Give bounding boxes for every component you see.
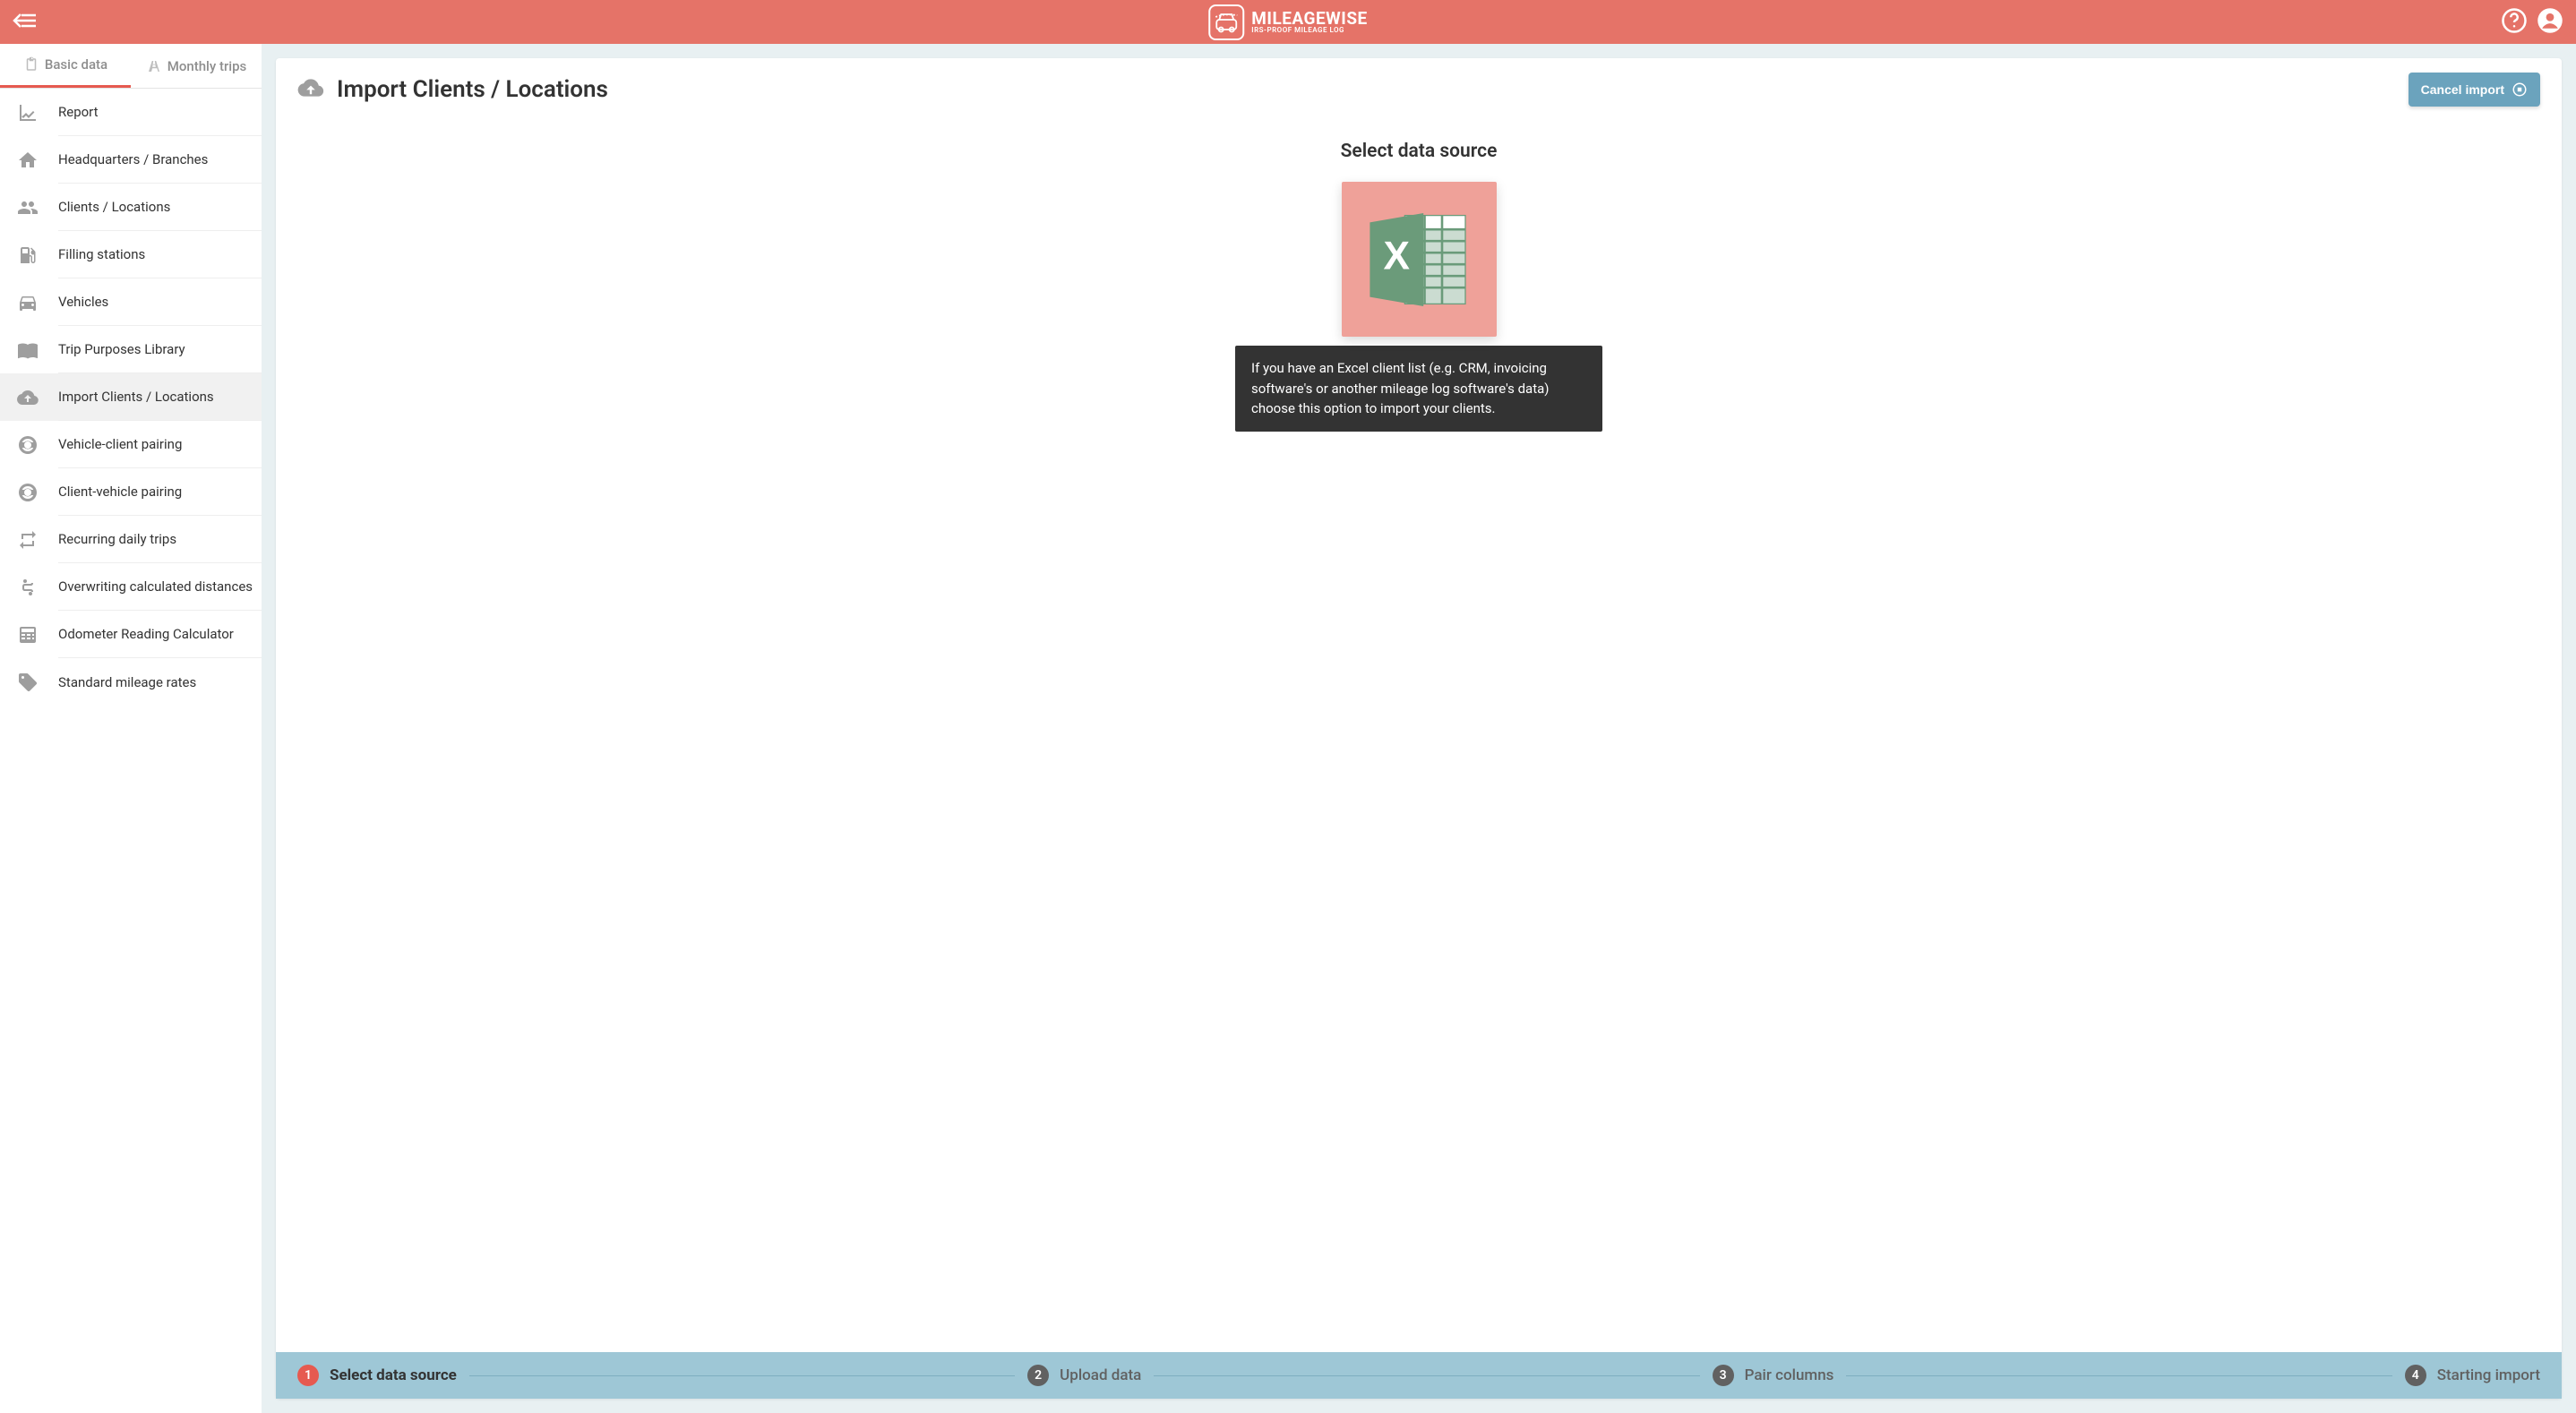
sidebar-item-label: Odometer Reading Calculator	[58, 611, 262, 658]
excel-icon: X	[1361, 201, 1477, 318]
step-1[interactable]: 1 Select data source	[297, 1365, 457, 1386]
sidebar-item-odometer[interactable]: Odometer Reading Calculator	[0, 611, 262, 658]
step-label: Pair columns	[1745, 1366, 1834, 1384]
calculator-icon	[17, 624, 58, 646]
step-number: 1	[297, 1365, 319, 1386]
sidebar-tabs: Basic data Monthly trips	[0, 44, 262, 89]
step-number: 4	[2405, 1365, 2426, 1386]
app-header: MILEAGEWISE IRS-PROOF MILEAGE LOG	[0, 0, 2576, 44]
account-icon[interactable]	[2537, 7, 2563, 38]
sidebar-item-rates[interactable]: Standard mileage rates	[0, 658, 262, 706]
cancel-import-label: Cancel import	[2421, 82, 2504, 97]
tab-basic-data-label: Basic data	[45, 56, 107, 73]
cloud-upload-icon	[17, 387, 58, 408]
building-icon	[17, 150, 58, 171]
svg-text:X: X	[1384, 234, 1411, 278]
main-area: Import Clients / Locations Cancel import…	[262, 44, 2576, 1413]
sidebar-item-label: Report	[58, 89, 262, 136]
sidebar-item-overwriting[interactable]: Overwriting calculated distances	[0, 563, 262, 611]
content-panel: Import Clients / Locations Cancel import…	[276, 58, 2562, 1399]
help-icon[interactable]	[2501, 7, 2528, 38]
sidebar-item-clients[interactable]: Clients / Locations	[0, 184, 262, 231]
sidebar-item-label: Vehicle-client pairing	[58, 421, 262, 468]
sidebar-item-label: Vehicles	[58, 278, 262, 326]
sidebar-item-report[interactable]: Report	[0, 89, 262, 136]
clipboard-icon	[23, 56, 39, 73]
step-divider	[1154, 1375, 1699, 1376]
logo-icon	[1208, 4, 1244, 40]
sidebar-item-label: Recurring daily trips	[58, 516, 262, 563]
step-number: 3	[1713, 1365, 1734, 1386]
select-source-heading: Select data source	[1341, 141, 1498, 162]
tags-icon	[17, 672, 58, 693]
pairing-icon	[17, 482, 58, 503]
sidebar-item-label: Overwriting calculated distances	[58, 563, 262, 611]
step-4[interactable]: 4 Starting import	[2405, 1365, 2540, 1386]
step-label: Starting import	[2437, 1366, 2540, 1384]
sidebar-item-hq[interactable]: Headquarters / Branches	[0, 136, 262, 184]
chart-line-icon	[17, 102, 58, 124]
excel-source-card[interactable]: X	[1342, 182, 1497, 337]
sidebar-item-cv-pairing[interactable]: Client-vehicle pairing	[0, 468, 262, 516]
step-number: 2	[1027, 1365, 1049, 1386]
sidebar-item-label: Clients / Locations	[58, 184, 262, 231]
step-divider	[469, 1375, 1015, 1376]
sidebar-item-label: Client-vehicle pairing	[58, 468, 262, 516]
sidebar-item-purposes[interactable]: Trip Purposes Library	[0, 326, 262, 373]
cloud-upload-icon	[297, 77, 324, 102]
back-arrow-icon[interactable]	[13, 12, 38, 33]
book-icon	[17, 339, 58, 361]
sidebar-item-recurring[interactable]: Recurring daily trips	[0, 516, 262, 563]
source-tooltip: If you have an Excel client list (e.g. C…	[1235, 346, 1602, 432]
pairing-icon	[17, 434, 58, 456]
route-icon	[17, 577, 58, 598]
tab-monthly-trips-label: Monthly trips	[167, 58, 246, 74]
tab-monthly-trips[interactable]: Monthly trips	[131, 44, 262, 88]
brand-main: MILEAGEWISE	[1251, 10, 1367, 27]
brand-logo[interactable]: MILEAGEWISE IRS-PROOF MILEAGE LOG	[1208, 4, 1367, 40]
sidebar-item-label: Filling stations	[58, 231, 262, 278]
step-3[interactable]: 3 Pair columns	[1713, 1365, 1834, 1386]
page-title: Import Clients / Locations	[337, 76, 608, 103]
repeat-icon	[17, 529, 58, 551]
step-divider	[1846, 1375, 2391, 1376]
step-2[interactable]: 2 Upload data	[1027, 1365, 1141, 1386]
people-icon	[17, 197, 58, 218]
sidebar-item-label: Headquarters / Branches	[58, 136, 262, 184]
sidebar-item-label: Standard mileage rates	[58, 658, 262, 706]
sidebar-item-label: Import Clients / Locations	[58, 373, 262, 421]
stop-icon	[2512, 81, 2528, 98]
sidebar: Basic data Monthly trips ReportHeadquart…	[0, 44, 262, 1413]
import-stepper: 1 Select data source 2 Upload data 3 Pair col…	[276, 1352, 2562, 1399]
sidebar-item-vehicles[interactable]: Vehicles	[0, 278, 262, 326]
sidebar-nav: ReportHeadquarters / BranchesClients / L…	[0, 89, 262, 706]
step-label: Select data source	[330, 1366, 457, 1384]
sidebar-item-import[interactable]: Import Clients / Locations	[0, 373, 262, 421]
sidebar-item-filling[interactable]: Filling stations	[0, 231, 262, 278]
road-icon	[146, 58, 162, 74]
sidebar-item-vc-pairing[interactable]: Vehicle-client pairing	[0, 421, 262, 468]
car-icon	[17, 292, 58, 313]
sidebar-item-label: Trip Purposes Library	[58, 326, 262, 373]
step-label: Upload data	[1060, 1366, 1141, 1384]
cancel-import-button[interactable]: Cancel import	[2409, 73, 2540, 107]
fuel-icon	[17, 244, 58, 266]
tab-basic-data[interactable]: Basic data	[0, 44, 131, 88]
